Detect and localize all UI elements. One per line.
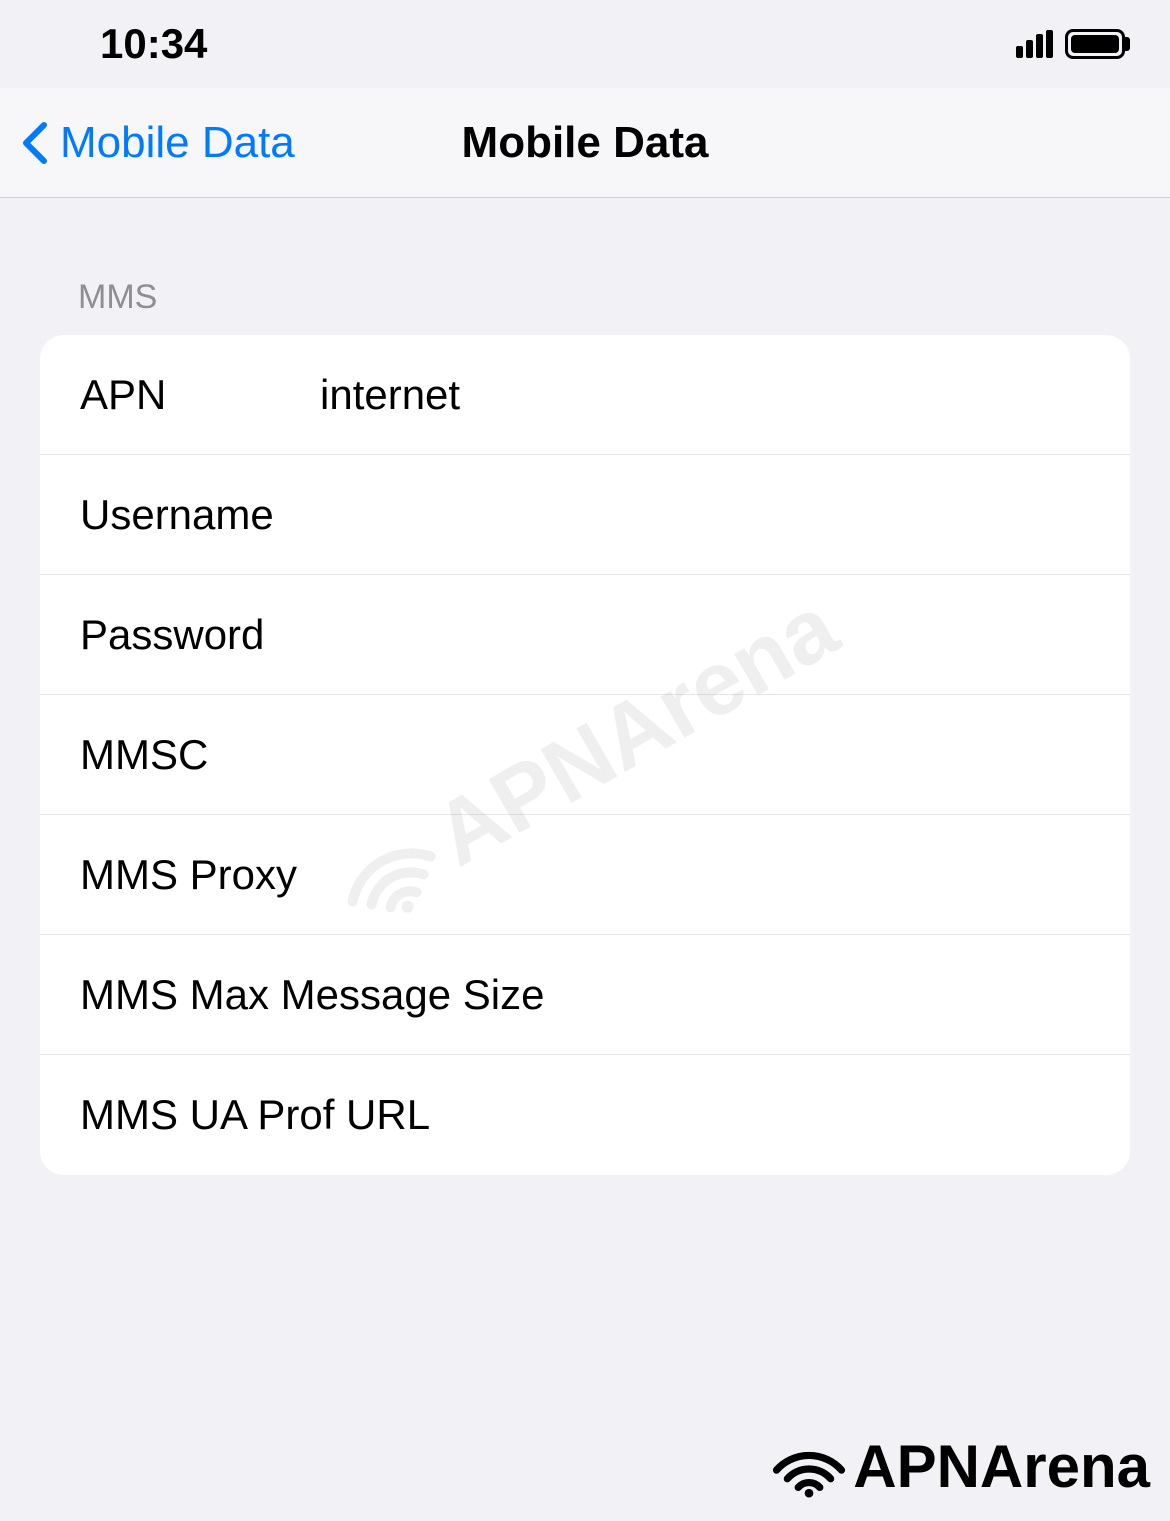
- mms-max-size-label: MMS Max Message Size: [80, 971, 1089, 1019]
- content-area: MMS APN Username Password MMSC MMS Proxy…: [0, 198, 1170, 1175]
- password-row[interactable]: Password: [40, 575, 1130, 695]
- username-field[interactable]: [320, 491, 1090, 539]
- mms-ua-prof-row[interactable]: MMS UA Prof URL: [40, 1055, 1130, 1175]
- chevron-left-icon: [20, 121, 50, 165]
- mms-max-size-field[interactable]: [1089, 971, 1090, 1019]
- mmsc-row[interactable]: MMSC: [40, 695, 1130, 815]
- password-label: Password: [80, 611, 320, 659]
- mms-max-size-row[interactable]: MMS Max Message Size: [40, 935, 1130, 1055]
- apn-row[interactable]: APN: [40, 335, 1130, 455]
- watermark-bottom: APNArena: [769, 1432, 1150, 1501]
- section-header-mms: MMS: [40, 278, 1130, 335]
- back-button[interactable]: Mobile Data: [0, 118, 295, 168]
- mms-proxy-label: MMS Proxy: [80, 851, 320, 899]
- mms-ua-prof-label: MMS UA Prof URL: [80, 1091, 1089, 1139]
- cellular-signal-icon: [1016, 30, 1053, 58]
- battery-icon: [1065, 29, 1130, 59]
- mms-settings-group: APN Username Password MMSC MMS Proxy MMS…: [40, 335, 1130, 1175]
- apn-label: APN: [80, 371, 320, 419]
- navigation-bar: Mobile Data Mobile Data: [0, 88, 1170, 198]
- username-label: Username: [80, 491, 320, 539]
- mms-ua-prof-field[interactable]: [1089, 1091, 1090, 1139]
- mmsc-field[interactable]: [320, 731, 1090, 779]
- mmsc-label: MMSC: [80, 731, 320, 779]
- wifi-icon: [769, 1434, 849, 1499]
- status-time: 10:34: [100, 20, 207, 68]
- back-label: Mobile Data: [60, 118, 295, 168]
- username-row[interactable]: Username: [40, 455, 1130, 575]
- apn-field[interactable]: [320, 371, 1090, 419]
- page-title: Mobile Data: [462, 118, 709, 168]
- status-indicators: [1016, 29, 1130, 59]
- status-bar: 10:34: [0, 0, 1170, 88]
- mms-proxy-row[interactable]: MMS Proxy: [40, 815, 1130, 935]
- mms-proxy-field[interactable]: [320, 851, 1090, 899]
- password-field[interactable]: [320, 611, 1090, 659]
